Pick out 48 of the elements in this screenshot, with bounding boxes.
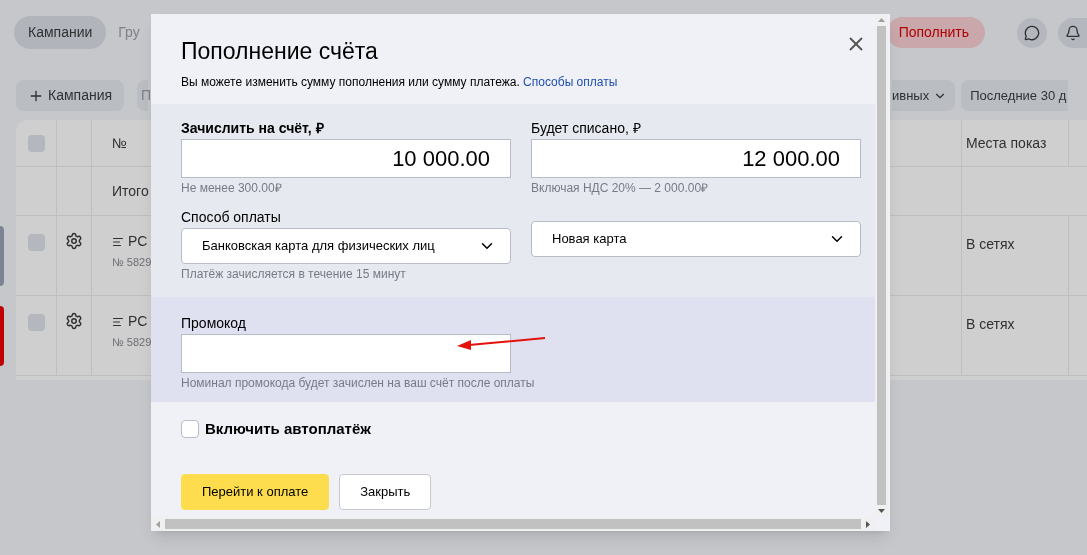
checkbox[interactable] [27,134,45,152]
card-select[interactable]: Новая карта [531,221,861,257]
bell-icon[interactable] [1058,17,1087,48]
field-label: Зачислить на счёт, ₽ [181,119,325,138]
field-hint: Платёж зачисляется в течение 15 минут [181,266,407,283]
checkbox[interactable] [27,314,45,331]
add-campaign-button[interactable]: Кампания [16,80,125,111]
scroll-right-icon[interactable] [866,520,870,528]
tab[interactable]: Кампании [14,16,107,49]
campaign-type-icon [112,315,124,328]
chat-icon[interactable] [1017,17,1047,48]
field-hint: Не менее 300.00₽ [181,180,283,197]
amount-field[interactable]: 12 000.00 [531,139,861,178]
column-header: № [112,133,128,153]
field-label: Промокод [181,314,247,333]
autopay-label[interactable]: Включить автоплатёж [205,418,371,441]
pay-button[interactable]: Перейти к оплате [181,473,330,510]
scroll-left-icon[interactable] [156,520,160,528]
autopay-checkbox[interactable] [181,420,199,439]
dialog-subtitle: Вы можете изменить сумму пополнения или сумму платежа. Способы оплаты [181,73,619,91]
placement-text: В сетях [966,316,1015,332]
period-dropdown[interactable]: Последние 30 д [961,80,1069,111]
payment-method-select[interactable]: Банковская карта для физических лиц [181,228,511,264]
campaign-type-icon [112,235,124,248]
promo-code-field[interactable] [181,334,511,373]
amount-field[interactable]: 10 000.00 [181,139,511,178]
total-label: Итого [112,181,149,201]
campaign-number: № 5829 [112,335,151,350]
placement-text: В сетях [966,236,1015,252]
campaign-title[interactable]: РС [128,231,148,252]
gear-icon[interactable] [65,232,83,250]
field-hint: Включая НДС 20% — 2 000.00₽ [531,180,710,197]
filter-dropdown[interactable]: ивных [892,80,956,111]
field-hint: Номинал промокода будет зачислен на ваш счёт после оплаты [181,375,536,392]
gear-icon[interactable] [65,312,83,330]
campaign-title[interactable]: РС [128,311,148,332]
payment-methods-link[interactable]: Способы оплаты [523,74,618,89]
vertical-scrollbar[interactable] [875,14,888,517]
field-label: Будет списано, ₽ [531,119,642,138]
field-label: Способ оплаты [181,208,282,227]
scroll-down-icon[interactable] [878,509,885,513]
close-button[interactable]: Закрыть [339,473,432,510]
column-header: Места показ [966,133,1047,153]
scroll-up-icon[interactable] [878,18,885,22]
checkbox[interactable] [27,234,45,251]
dialog-title: Пополнение счёта [181,37,378,66]
campaign-number: № 5829 [112,255,151,270]
horizontal-scrollbar[interactable] [151,517,875,531]
